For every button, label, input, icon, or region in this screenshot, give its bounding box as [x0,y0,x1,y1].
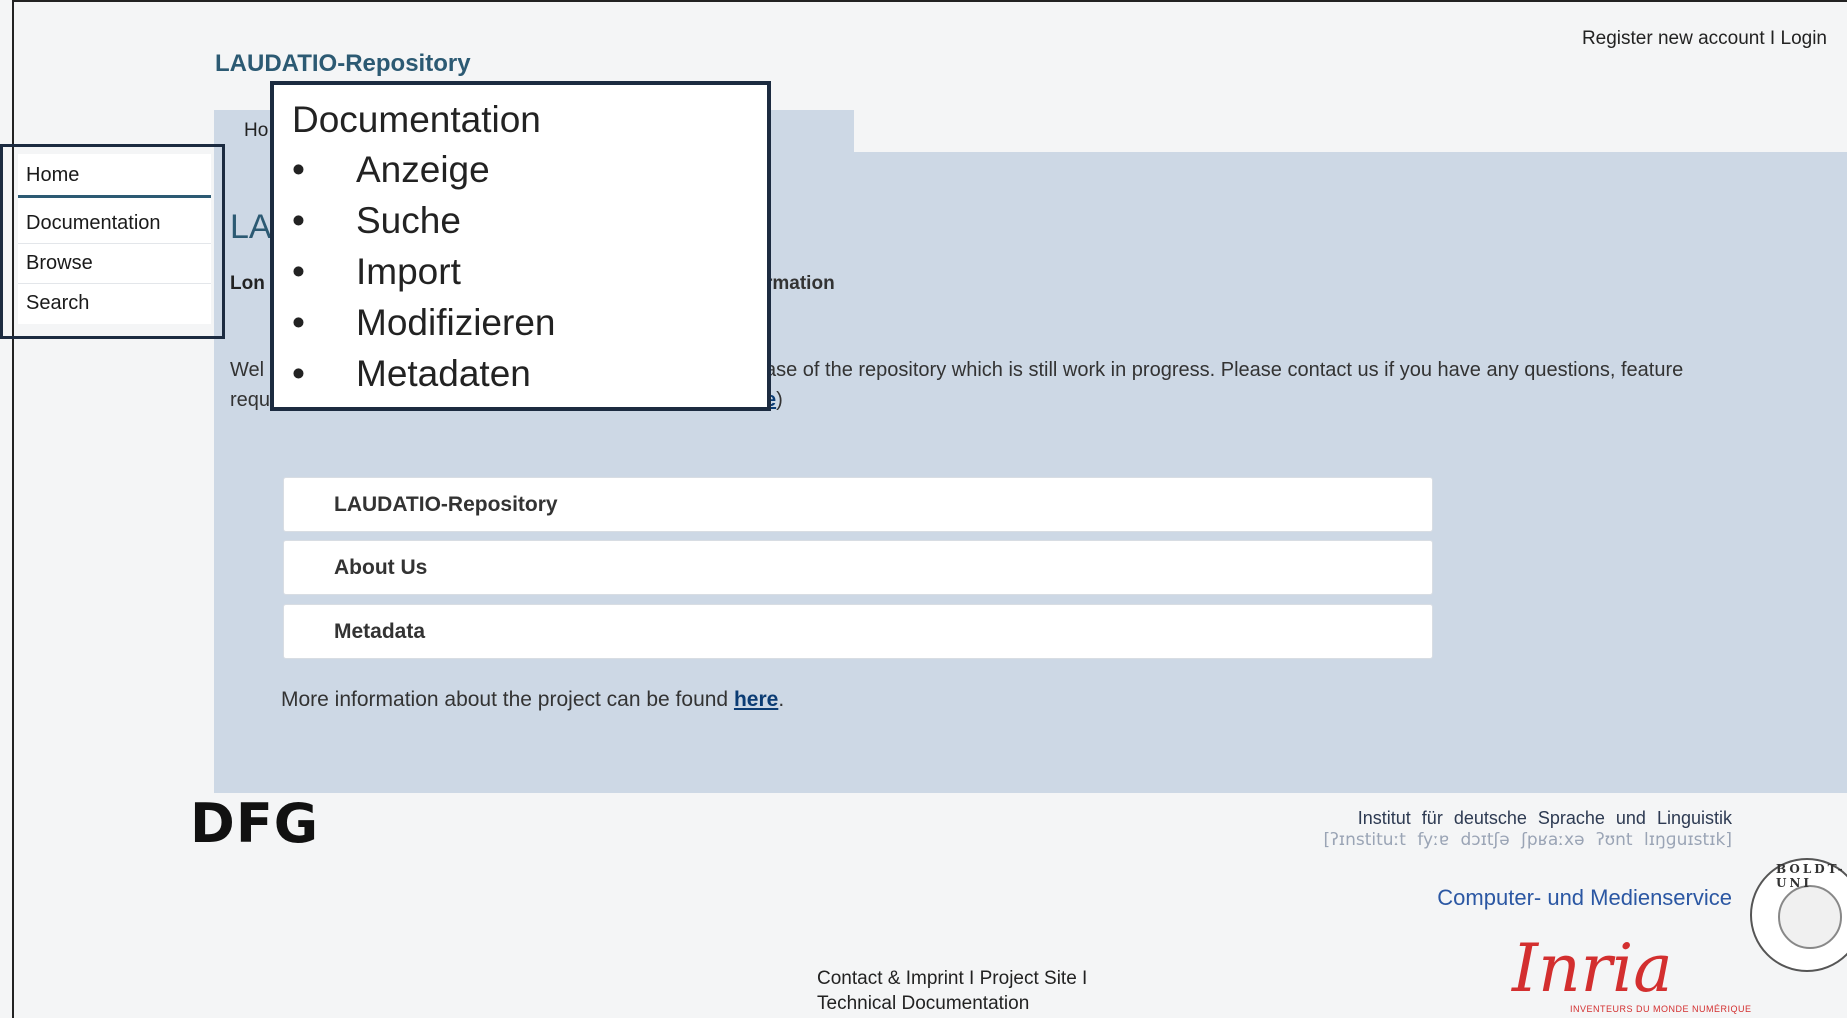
bullet-icon: • [292,353,305,394]
more-info-text: More information about the project can b… [281,688,784,712]
accordion-about-us[interactable]: About Us [283,540,1433,595]
technical-documentation-link[interactable]: Technical Documentation [817,991,1087,1016]
bullet-icon: • [292,251,305,292]
callout-item-label: Suche [356,200,461,241]
footer-separator: I [963,968,980,989]
more-info-here-link[interactable]: here [734,688,778,711]
login-link[interactable]: Login [1781,28,1828,49]
breadcrumb[interactable]: Ho [244,120,268,142]
account-links: Register new account I Login [1582,28,1827,50]
sidebar-highlight-box [0,144,225,339]
link-separator: I [1764,28,1781,49]
accordion-metadata[interactable]: Metadata [283,604,1433,659]
seal-portrait-icon [1778,885,1842,949]
site-title[interactable]: LAUDATIO-Repository [215,50,471,78]
welcome-line-2-start: requ [230,389,271,411]
cms-logo[interactable]: Computer- und Medienservice [1300,885,1732,911]
institute-ipa: [ʔɪnstituːt fyːɐ dɔɪtʃə ʃpʁaːxə ʔʊnt lɪŋ… [1323,830,1732,850]
institute-name[interactable]: Institut für deutsche Sprache und Lingui… [1300,808,1732,829]
more-info-lead: More information about the project can b… [281,688,734,711]
footer-links: Contact & Imprint I Project Site I Techn… [817,966,1087,1016]
bullet-icon: • [292,302,305,343]
inria-logo[interactable]: Inria [1512,930,1673,1007]
callout-item-label: Metadaten [356,353,531,394]
welcome-text-end: ase of the repository which is still wor… [765,355,1825,415]
bullet-icon: • [292,200,305,241]
accordion-label: About Us [334,556,428,579]
inria-tagline: INVENTEURS DU MONDE NUMÉRIQUE [1570,1004,1752,1014]
documentation-callout: Documentation • Anzeige • Suche • Import • M… [270,81,771,411]
callout-item-label: Anzeige [356,149,490,190]
accordion-laudatio-repository[interactable]: LAUDATIO-Repository [283,477,1433,532]
welcome-line-2-end: e) [765,385,1825,415]
callout-item-label: Modifizieren [356,302,556,343]
welcome-text-start: Wel requ [230,355,270,415]
welcome-line-2-tail: ) [776,389,783,411]
accordion-label: LAUDATIO-Repository [334,493,558,516]
contact-imprint-link[interactable]: Contact & Imprint [817,968,964,989]
page-title: LA [230,208,272,246]
bullet-icon: • [292,149,305,190]
footer-separator: I [1076,968,1088,989]
callout-item-label: Import [356,251,461,292]
subtitle-bold-fragment: rmation [765,273,835,294]
dfg-logo[interactable]: DFG [190,792,319,855]
screenshot-frame-top [12,0,1847,2]
footer-line-1: Contact & Imprint I Project Site I [817,966,1087,991]
welcome-line-1-start: Wel [230,359,265,381]
accordion-label: Metadata [334,620,426,643]
seal-lettering: BOLDT-UNI [1776,862,1846,890]
register-link[interactable]: Register new account [1582,28,1765,49]
page-subtitle-start: Lon [230,273,265,294]
project-site-link[interactable]: Project Site [980,968,1077,989]
welcome-line-1-end: ase of the repository which is still wor… [765,359,1684,381]
more-info-period: . [778,688,785,711]
callout-title: Documentation [292,99,541,140]
page-subtitle-end: rmation [765,273,835,295]
